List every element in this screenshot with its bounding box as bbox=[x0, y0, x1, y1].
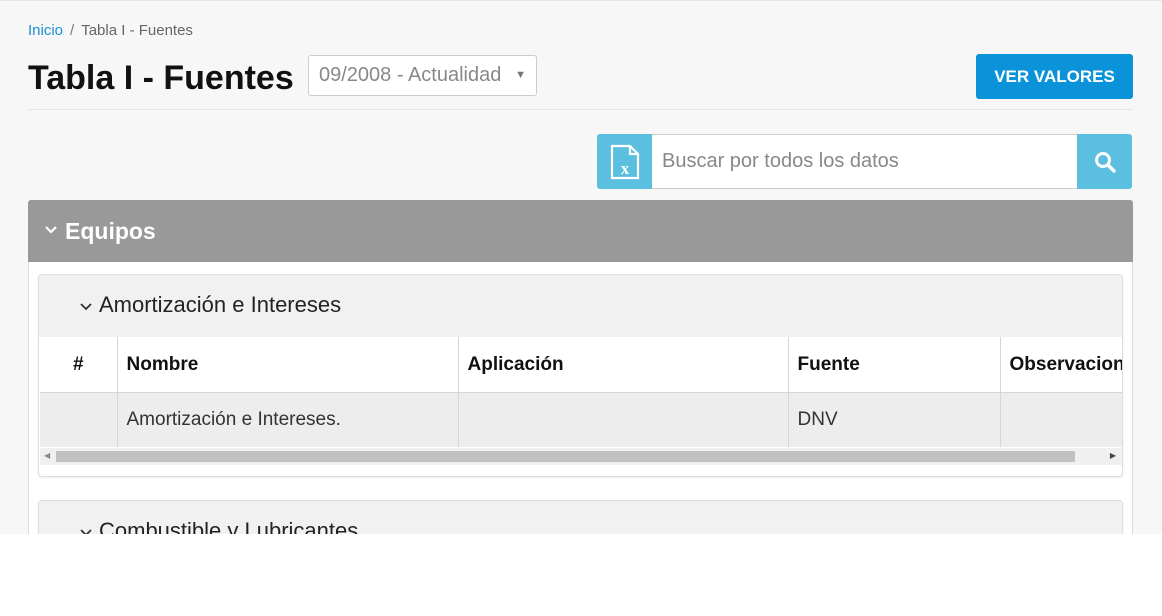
column-header-aplicacion[interactable]: Aplicación bbox=[457, 337, 789, 393]
search-bar: x bbox=[597, 134, 1132, 189]
magnifier-icon bbox=[1094, 151, 1116, 173]
panel-header[interactable]: Combustible y Lubricantes bbox=[39, 501, 1122, 534]
ver-valores-button[interactable]: VER VALORES bbox=[976, 54, 1133, 99]
column-header-nombre[interactable]: Nombre bbox=[116, 337, 459, 393]
excel-export-button[interactable]: x bbox=[597, 134, 652, 189]
breadcrumb-home-link[interactable]: Inicio bbox=[28, 22, 63, 39]
section-header[interactable]: Equipos bbox=[28, 200, 1133, 262]
search-input[interactable] bbox=[652, 134, 1077, 189]
chevron-down-icon bbox=[80, 529, 92, 534]
scrollbar-thumb[interactable] bbox=[56, 451, 1075, 462]
horizontal-scrollbar[interactable]: ◀ ▶ bbox=[40, 448, 1122, 465]
section-title: Equipos bbox=[65, 218, 156, 244]
table-cell-number bbox=[40, 392, 118, 447]
header-divider bbox=[28, 109, 1133, 110]
table-cell-aplicacion bbox=[457, 392, 789, 447]
panel-header[interactable]: Amortización e Intereses bbox=[39, 275, 1122, 337]
table-cell-observaciones bbox=[999, 392, 1122, 447]
table-cell-nombre: Amortización e Intereses. bbox=[116, 392, 459, 447]
panel-combustible: Combustible y Lubricantes bbox=[38, 500, 1123, 534]
caret-down-icon: ▼ bbox=[515, 69, 526, 81]
table-row[interactable]: Amortización e Intereses. DNV bbox=[40, 392, 1122, 447]
breadcrumb-separator: / bbox=[70, 22, 75, 39]
scroll-right-arrow-icon[interactable]: ▶ bbox=[1110, 451, 1116, 460]
column-header-number[interactable]: # bbox=[40, 337, 118, 393]
scroll-left-arrow-icon[interactable]: ◀ bbox=[44, 451, 50, 460]
breadcrumb-current: Tabla I - Fuentes bbox=[81, 22, 193, 39]
column-header-observaciones[interactable]: Observaciones bbox=[999, 337, 1122, 393]
panel-amortizacion: Amortización e Intereses # Nombre Aplica… bbox=[38, 274, 1123, 477]
chevron-down-icon bbox=[45, 226, 57, 234]
search-button[interactable] bbox=[1077, 134, 1132, 189]
svg-text:x: x bbox=[620, 159, 629, 178]
period-select[interactable]: 09/2008 - Actualidad ▼ bbox=[308, 55, 537, 96]
table-cell-fuente: DNV bbox=[787, 392, 1001, 447]
page: Inicio / Tabla I - Fuentes Tabla I - Fuent… bbox=[0, 0, 1162, 534]
chevron-down-icon bbox=[80, 303, 92, 311]
excel-file-icon: x bbox=[610, 144, 639, 179]
table-header-row: # Nombre Aplicación Fuente Observaciones bbox=[40, 337, 1122, 393]
period-select-value: 09/2008 - Actualidad bbox=[319, 64, 502, 86]
panel-title: Amortización e Intereses bbox=[99, 292, 342, 317]
panel-title: Combustible y Lubricantes bbox=[99, 518, 359, 534]
column-header-fuente[interactable]: Fuente bbox=[787, 337, 1001, 393]
table-container: # Nombre Aplicación Fuente Observaciones… bbox=[40, 337, 1122, 448]
page-title: Tabla I - Fuentes bbox=[28, 59, 294, 97]
breadcrumb: Inicio / Tabla I - Fuentes bbox=[28, 22, 193, 39]
data-table: # Nombre Aplicación Fuente Observaciones… bbox=[40, 337, 1122, 447]
